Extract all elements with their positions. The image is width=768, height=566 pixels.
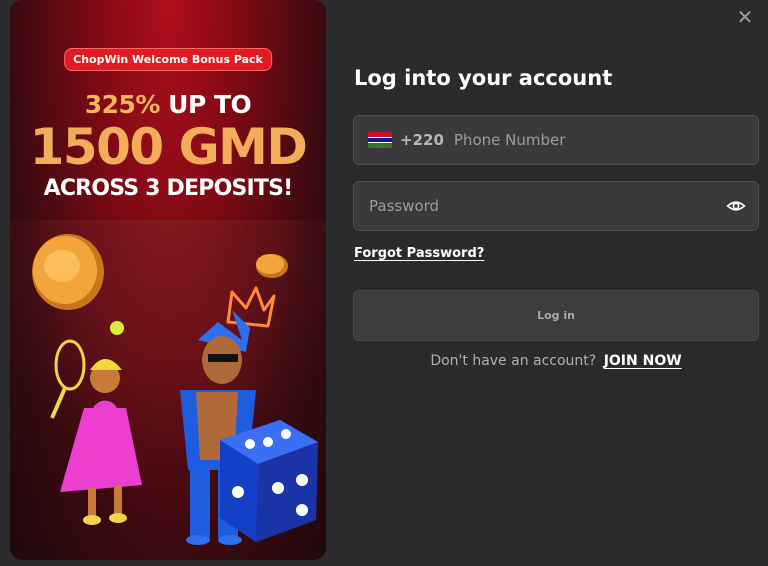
dice-icon <box>220 420 318 542</box>
promo-subline: ACROSS 3 DEPOSITS! <box>43 176 294 201</box>
coin-icon <box>32 234 104 310</box>
promo-illustration <box>32 234 318 545</box>
phone-field[interactable]: +220 <box>353 115 759 165</box>
promo-amount: 1500 GMD <box>29 118 308 176</box>
gambia-flag-icon[interactable] <box>368 132 392 148</box>
password-field[interactable] <box>353 181 759 231</box>
forgot-password-link[interactable]: Forgot Password? <box>354 246 484 261</box>
tennis-player-figure <box>50 339 142 525</box>
login-button[interactable]: Log in <box>353 290 759 341</box>
tennis-ball-icon <box>110 321 124 335</box>
close-icon[interactable]: ✕ <box>734 6 756 28</box>
signup-row: Don't have an account? JOIN NOW <box>353 353 759 369</box>
coin-icon <box>256 254 288 278</box>
phone-input[interactable] <box>453 131 758 149</box>
password-input[interactable] <box>369 197 726 215</box>
eye-icon[interactable] <box>726 196 746 216</box>
promo-headline: 325% UP TO <box>10 90 326 119</box>
join-now-link[interactable]: JOIN NOW <box>604 353 682 369</box>
promo-badge: ChopWin Welcome Bonus Pack <box>64 48 272 71</box>
no-account-text: Don't have an account? <box>430 353 597 369</box>
promo-percent: 325% <box>84 90 161 119</box>
login-title: Log into your account <box>354 66 613 90</box>
promo-up-to: UP TO <box>168 90 252 119</box>
country-code[interactable]: +220 <box>400 131 444 149</box>
crown-icon <box>226 286 276 328</box>
promo-banner: ChopWin Welcome Bonus Pack 325% UP TO 15… <box>10 0 326 560</box>
